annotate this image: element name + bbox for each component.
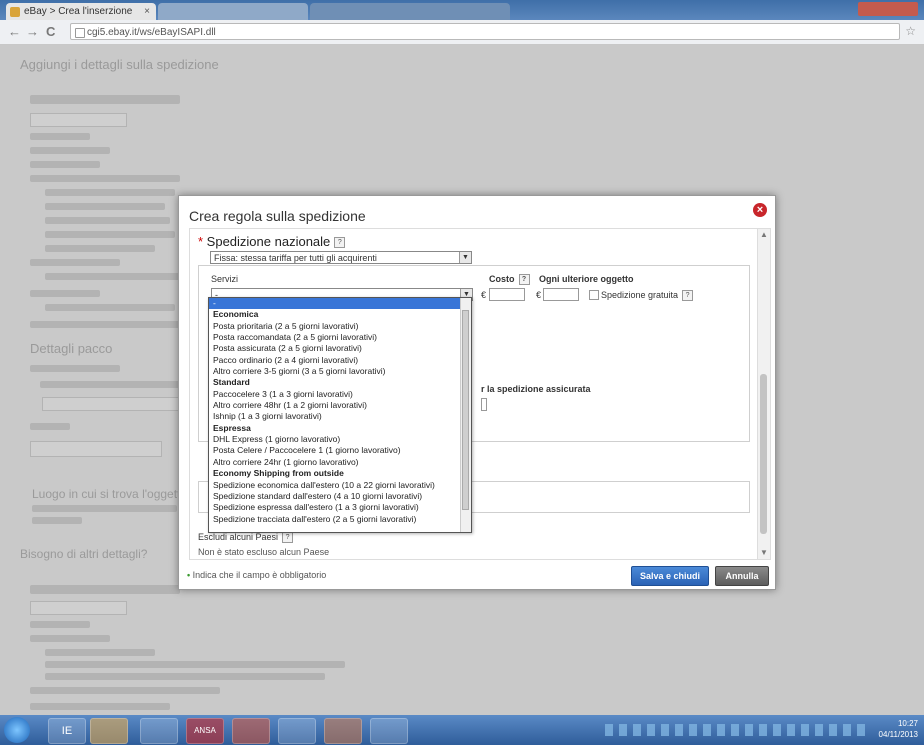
dropdown-option[interactable]: -	[209, 298, 471, 310]
bg-heading-location: Luogo in cui si trova l'oggetto	[32, 487, 188, 501]
system-tray-icons[interactable]	[605, 724, 870, 736]
dropdown-option[interactable]: Ishnip (1 a 3 giorni lavorativi)	[209, 411, 471, 422]
url-text: cgi5.ebay.it/ws/eBayISAPI.dll	[87, 27, 216, 38]
dropdown-scroll-thumb[interactable]	[462, 310, 469, 510]
taskbar-clock[interactable]: 10:27 04/11/2013	[879, 718, 918, 740]
dropdown-option[interactable]: Spedizione economica dall'estero (10 a 2…	[209, 480, 471, 491]
cancel-button[interactable]: Annulla	[715, 566, 769, 586]
help-icon[interactable]: ?	[334, 237, 346, 249]
cost-input[interactable]	[489, 288, 525, 301]
dialog-title: Crea regola sulla spedizione	[189, 208, 366, 224]
rate-type-select[interactable]: Fissa: stessa tariffa per tutti gli acqu…	[210, 251, 472, 264]
dropdown-group-label: Economy Shipping from outside	[213, 468, 344, 479]
each-additional-label: Ogni ulteriore oggetto	[539, 274, 634, 284]
clock-date: 04/11/2013	[878, 730, 918, 739]
bg-heading-package: Dettagli pacco	[30, 341, 113, 356]
bg-heading-shipping: Aggiungi i dettagli sulla spedizione	[20, 57, 219, 72]
save-close-button[interactable]: Salva e chiudi	[631, 566, 709, 586]
required-note-text: Indica che il campo è obbligatorio	[192, 570, 327, 580]
dropdown-group-label: Standard	[213, 377, 250, 388]
tab-close-icon[interactable]: ×	[144, 3, 150, 20]
tab-title: eBay > Crea l'inserzione	[24, 6, 133, 17]
browser-tab-3[interactable]	[310, 3, 510, 20]
chevron-down-icon: ▼	[459, 252, 471, 263]
required-note: • Indica che il campo è obbligatorio	[187, 570, 326, 580]
bg-heading-more: Bisogno di altri dettagli?	[20, 547, 148, 561]
dropdown-option[interactable]: Posta Celere / Paccocelere 1 (1 giorno l…	[209, 445, 471, 456]
start-button-icon[interactable]	[4, 717, 30, 743]
domestic-shipping-label: Spedizione nazionale	[206, 234, 331, 249]
no-excluded-text: Non è stato escluso alcun Paese	[198, 547, 330, 557]
forward-icon[interactable]: →	[26, 24, 39, 40]
required-marker: *	[198, 234, 207, 249]
exclude-help-icon[interactable]: ?	[282, 532, 294, 544]
dropdown-option[interactable]: Altro corriere 3-5 giorni (3 a 5 giorni …	[209, 366, 471, 377]
dropdown-group-label: Espressa	[213, 422, 251, 433]
currency-symbol-2: €	[536, 290, 542, 300]
dialog-close-icon[interactable]: ×	[753, 203, 767, 217]
address-bar[interactable]: cgi5.ebay.it/ws/eBayISAPI.dll	[70, 23, 900, 40]
bookmark-star-icon[interactable]: ☆	[905, 24, 916, 38]
ebay-favicon-icon	[10, 7, 20, 17]
dropdown-option[interactable]: Spedizione espressa dall'estero (1 a 3 g…	[209, 502, 471, 513]
scroll-up-icon[interactable]: ▲	[758, 229, 770, 241]
taskbar-app-6[interactable]	[278, 718, 316, 744]
dropdown-option[interactable]: Altro corriere 48hr (1 a 2 giorni lavora…	[209, 400, 471, 411]
windows-taskbar: IE ANSA 10:27 04/11/2013	[0, 715, 924, 745]
rate-type-value: Fissa: stessa tariffa per tutti gli acqu…	[214, 253, 377, 263]
dropdown-option[interactable]: Pacco ordinario (2 a 4 giorni lavorativi…	[209, 355, 471, 366]
dropdown-option[interactable]: Altro corriere 24hr (1 giorno lavorativo…	[209, 457, 471, 468]
back-icon[interactable]: ←	[8, 24, 21, 40]
exclude-countries-label: Escludi alcuni Paesi?	[198, 532, 294, 544]
dialog-scrollbar[interactable]: ▲ ▼	[757, 229, 770, 559]
dropdown-option[interactable]: Spedizione tracciata dall'estero (2 a 5 …	[209, 514, 471, 525]
insured-shipping-label: r la spedizione assicurata	[481, 384, 591, 394]
taskbar-folder[interactable]	[140, 718, 178, 744]
exclude-countries-text: Escludi alcuni Paesi	[198, 532, 279, 542]
service-dropdown-list[interactable]: - Economica Posta prioritaria (2 a 5 giorn…	[208, 297, 472, 533]
taskbar-explorer[interactable]	[90, 718, 128, 744]
dropdown-options: - Economica Posta prioritaria (2 a 5 giorn…	[209, 298, 471, 525]
taskbar-chrome[interactable]	[232, 718, 270, 744]
taskbar-powerpoint[interactable]	[324, 718, 362, 744]
scrollbar-thumb[interactable]	[760, 374, 767, 534]
cost-label-text: Costo	[489, 274, 515, 284]
dropdown-option[interactable]: Paccocelere 3 (1 a 3 giorni lavorativi)	[209, 389, 471, 400]
currency-symbol: €	[481, 290, 487, 300]
taskbar-ansa[interactable]: ANSA	[186, 718, 224, 744]
taskbar-ie[interactable]: IE	[48, 718, 86, 744]
taskbar-app-8[interactable]	[370, 718, 408, 744]
free-shipping-checkbox[interactable]	[589, 290, 599, 300]
dropdown-option[interactable]: Posta raccomandata (2 a 5 giorni lavorat…	[209, 332, 471, 343]
reload-icon[interactable]: C	[46, 24, 55, 40]
services-label: Servizi	[211, 274, 239, 284]
browser-tab-2[interactable]	[158, 3, 308, 20]
dropdown-scrollbar[interactable]	[460, 298, 471, 532]
browser-tab-active[interactable]: eBay > Crea l'inserzione ×	[6, 3, 156, 20]
window-controls[interactable]	[858, 2, 918, 16]
free-shipping-label: Spedizione gratuita?	[601, 290, 694, 302]
dropdown-option[interactable]: Posta assicurata (2 a 5 giorni lavorativ…	[209, 343, 471, 354]
dropdown-option[interactable]: Posta prioritaria (2 a 5 giorni lavorati…	[209, 321, 471, 332]
dropdown-option[interactable]: Spedizione standard dall'estero (4 a 10 …	[209, 491, 471, 502]
free-shipping-text: Spedizione gratuita	[601, 290, 679, 300]
partial-input[interactable]	[481, 398, 487, 411]
free-shipping-help-icon[interactable]: ?	[682, 290, 694, 302]
scroll-down-icon[interactable]: ▼	[758, 547, 770, 559]
domestic-shipping-title: * Spedizione nazionale?	[198, 234, 346, 249]
clock-time: 10:27	[897, 719, 918, 728]
cost-label: Costo?	[489, 274, 530, 286]
dropdown-option[interactable]: DHL Express (1 giorno lavorativo)	[209, 434, 471, 445]
browser-toolbar: ← → C cgi5.ebay.it/ws/eBayISAPI.dll ☆	[0, 20, 924, 45]
additional-cost-input[interactable]	[543, 288, 579, 301]
page-icon	[75, 28, 85, 38]
browser-tab-strip: eBay > Crea l'inserzione ×	[0, 0, 924, 20]
dropdown-group-label: Economica	[213, 309, 259, 320]
cost-help-icon[interactable]: ?	[518, 274, 530, 286]
